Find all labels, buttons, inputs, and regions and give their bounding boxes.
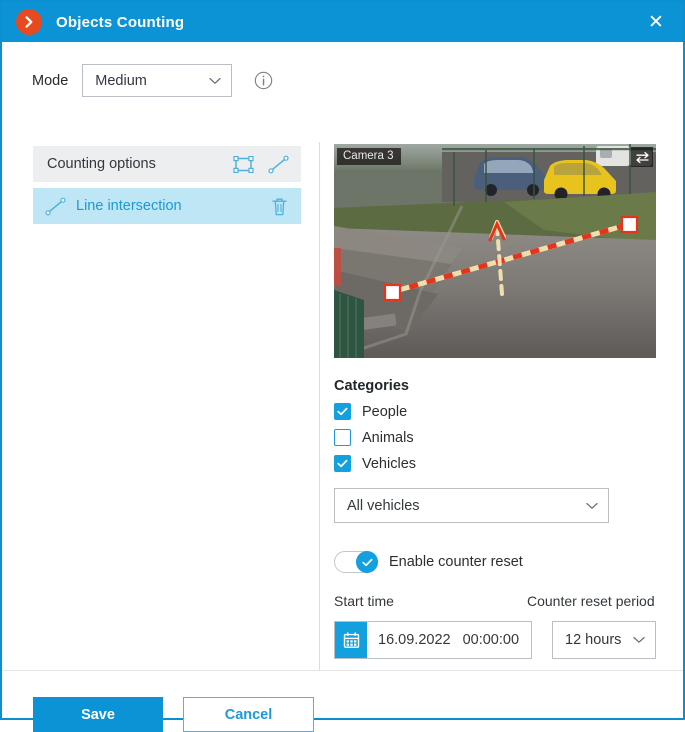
counting-options-header: Counting options bbox=[33, 146, 301, 182]
check-icon bbox=[337, 407, 348, 416]
list-item[interactable]: Line intersection bbox=[33, 188, 301, 224]
datetime-labels: Start time Counter reset period bbox=[334, 593, 656, 613]
panel-divider bbox=[319, 142, 320, 670]
rectangle-region-icon[interactable] bbox=[233, 155, 254, 174]
chevron-down-icon bbox=[209, 77, 221, 84]
checkbox-vehicles[interactable]: Vehicles bbox=[334, 455, 656, 472]
checkbox-people-label: People bbox=[362, 403, 408, 420]
vehicle-filter-select[interactable]: All vehicles bbox=[334, 488, 609, 523]
start-time-value[interactable]: 00:00:00 bbox=[463, 632, 519, 648]
right-panel: Camera 3 Categories People Animals Vehic… bbox=[334, 144, 656, 659]
counting-options-panel: Counting options Line intersection bbox=[33, 146, 301, 224]
counter-reset-period-label: Counter reset period bbox=[527, 593, 655, 609]
check-icon bbox=[361, 558, 372, 566]
counter-reset-period-select[interactable]: 12 hours bbox=[552, 621, 656, 659]
start-time-values: 16.09.2022 00:00:00 bbox=[378, 632, 519, 648]
title-bar: Objects Counting ✕ bbox=[2, 2, 683, 42]
checkbox-people[interactable]: People bbox=[334, 403, 656, 420]
checkbox-animals-label: Animals bbox=[362, 429, 414, 446]
checkbox-animals-box bbox=[334, 429, 351, 446]
enable-counter-reset-label: Enable counter reset bbox=[389, 554, 523, 570]
footer: Save Cancel bbox=[33, 697, 314, 732]
checkbox-vehicles-box bbox=[334, 455, 351, 472]
mode-select[interactable]: Medium bbox=[82, 64, 233, 97]
vehicle-filter-value: All vehicles bbox=[347, 497, 420, 514]
save-button[interactable]: Save bbox=[33, 697, 163, 732]
mode-label: Mode bbox=[32, 72, 69, 89]
check-icon bbox=[337, 459, 348, 468]
info-icon[interactable] bbox=[254, 71, 273, 90]
start-time-label: Start time bbox=[334, 593, 394, 609]
toggle-switch bbox=[334, 551, 378, 573]
trash-icon[interactable] bbox=[270, 196, 289, 217]
chevron-right-circle-icon bbox=[16, 9, 42, 35]
checkbox-vehicles-label: Vehicles bbox=[362, 455, 417, 472]
counter-reset-period-value: 12 hours bbox=[565, 632, 622, 648]
close-icon[interactable]: ✕ bbox=[639, 5, 673, 39]
list-item-label: Line intersection bbox=[76, 198, 182, 214]
video-frame bbox=[334, 144, 656, 358]
camera-label: Camera 3 bbox=[337, 148, 401, 165]
checkbox-animals[interactable]: Animals bbox=[334, 429, 656, 446]
objects-counting-dialog: Objects Counting ✕ Mode Medium Counting … bbox=[0, 0, 685, 732]
cancel-button[interactable]: Cancel bbox=[183, 697, 314, 732]
swap-direction-icon[interactable] bbox=[631, 147, 653, 167]
dialog-content: Mode Medium Counting options Line inters… bbox=[2, 42, 683, 732]
line-icon bbox=[45, 197, 66, 215]
categories-title: Categories bbox=[334, 378, 409, 394]
mode-select-value: Medium bbox=[95, 72, 147, 89]
calendar-icon[interactable] bbox=[335, 622, 367, 658]
chevron-down-icon bbox=[586, 502, 598, 509]
datetime-row: 16.09.2022 00:00:00 12 hours bbox=[334, 621, 656, 659]
line-icon[interactable] bbox=[268, 155, 289, 174]
counting-options-title: Counting options bbox=[47, 156, 156, 172]
video-preview[interactable]: Camera 3 bbox=[334, 144, 656, 358]
toggle-knob bbox=[356, 551, 378, 573]
start-time-field[interactable]: 16.09.2022 00:00:00 bbox=[334, 621, 532, 659]
chevron-down-icon bbox=[633, 636, 645, 643]
enable-counter-reset-toggle[interactable]: Enable counter reset bbox=[334, 551, 656, 573]
mode-row: Mode Medium bbox=[32, 64, 273, 97]
window-title: Objects Counting bbox=[56, 13, 185, 31]
start-date-value[interactable]: 16.09.2022 bbox=[378, 632, 451, 648]
checkbox-people-box bbox=[334, 403, 351, 420]
footer-divider bbox=[2, 670, 683, 671]
